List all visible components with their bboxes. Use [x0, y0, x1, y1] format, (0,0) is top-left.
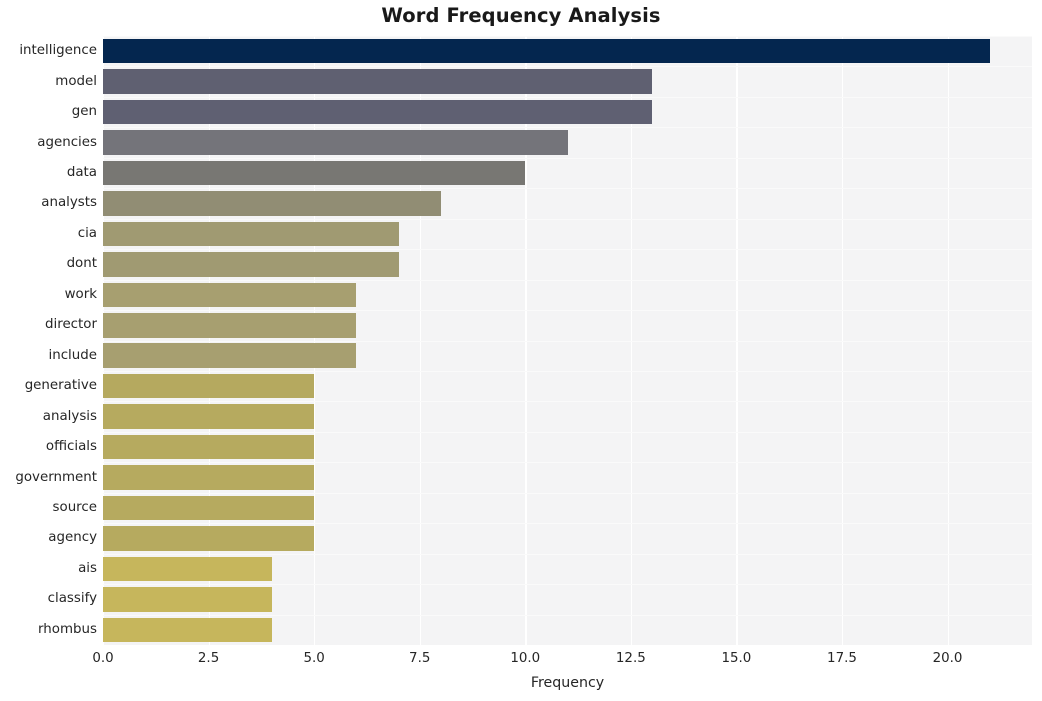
x-tick-label: 10.0: [510, 651, 541, 666]
bar-intelligence[interactable]: [103, 38, 990, 64]
bar-row[interactable]: [103, 252, 1032, 277]
y-tick-label-include: include: [48, 347, 97, 363]
bar-director[interactable]: [103, 313, 357, 338]
chart-figure: Word Frequency Analysis intelligence mode…: [0, 0, 1042, 701]
bar-classify[interactable]: [103, 587, 272, 612]
y-tick-label-agency: agency: [48, 530, 97, 546]
y-tick-label-rhombus: rhombus: [38, 621, 97, 637]
bar-analysis[interactable]: [103, 404, 315, 429]
x-tick-label: 12.5: [615, 651, 646, 666]
x-axis-tick-labels: 0.0 2.5 5.0 7.5 10.0 12.5 15.0 17.5 20.0: [0, 651, 1042, 673]
y-tick-label-agencies: agencies: [37, 134, 97, 150]
bar-row[interactable]: [103, 130, 1032, 155]
y-tick-label-model: model: [55, 73, 97, 89]
y-tick-label-generative: generative: [24, 378, 97, 394]
x-tick-label: 2.5: [197, 651, 220, 666]
bar-rhombus[interactable]: [103, 617, 272, 643]
bar-row[interactable]: [103, 465, 1032, 490]
bar-agency[interactable]: [103, 526, 315, 551]
bar-include[interactable]: [103, 343, 357, 368]
bar-row[interactable]: [103, 373, 1032, 399]
bar-agencies[interactable]: [103, 130, 568, 155]
bar-model[interactable]: [103, 69, 652, 94]
bar-row[interactable]: [103, 160, 1032, 186]
y-tick-label-source: source: [52, 499, 97, 515]
plot-area: [103, 36, 1032, 645]
bar-row[interactable]: [103, 617, 1032, 643]
x-tick-label: 20.0: [932, 651, 963, 666]
x-tick-label: 17.5: [827, 651, 857, 666]
x-tick-label: 5.0: [303, 651, 325, 666]
x-tick-label: 15.0: [721, 651, 752, 666]
y-tick-label-gen: gen: [71, 104, 97, 120]
bar-series: [103, 36, 1032, 645]
bar-row[interactable]: [103, 221, 1032, 247]
bar-government[interactable]: [103, 465, 315, 490]
y-tick-label-dont: dont: [66, 256, 97, 272]
bar-work[interactable]: [103, 282, 357, 308]
y-tick-label-classify: classify: [47, 591, 97, 607]
bar-dont[interactable]: [103, 252, 399, 277]
y-tick-label-analysts: analysts: [41, 195, 97, 211]
bar-source[interactable]: [103, 495, 315, 521]
x-tick-label: 0.0: [92, 651, 114, 666]
bar-row[interactable]: [103, 343, 1032, 368]
y-tick-label-director: director: [45, 317, 97, 333]
bar-officials[interactable]: [103, 434, 315, 460]
bar-ais[interactable]: [103, 556, 272, 582]
bar-row[interactable]: [103, 587, 1032, 612]
x-tick-label: 7.5: [409, 651, 431, 666]
bar-row[interactable]: [103, 495, 1032, 521]
y-tick-label-cia: cia: [77, 225, 97, 241]
y-tick-label-government: government: [15, 469, 97, 485]
y-axis-tick-labels: intelligence model gen agencies data analysts…: [0, 36, 97, 645]
bar-gen[interactable]: [103, 99, 652, 125]
y-tick-label-ais: ais: [78, 560, 97, 576]
y-tick-label-analysis: analysis: [42, 408, 97, 424]
bar-analysts[interactable]: [103, 191, 441, 216]
y-tick-label-data: data: [66, 165, 97, 181]
bar-row[interactable]: [103, 69, 1032, 94]
bar-row[interactable]: [103, 99, 1032, 125]
y-tick-label-intelligence: intelligence: [19, 43, 97, 59]
bar-row[interactable]: [103, 434, 1032, 460]
bar-cia[interactable]: [103, 221, 399, 247]
bar-row[interactable]: [103, 404, 1032, 429]
y-tick-label-officials: officials: [45, 439, 97, 455]
bar-row[interactable]: [103, 313, 1032, 338]
bar-row[interactable]: [103, 556, 1032, 582]
bar-row[interactable]: [103, 526, 1032, 551]
bar-row[interactable]: [103, 191, 1032, 216]
page-title: Word Frequency Analysis: [381, 4, 661, 27]
x-axis-label: Frequency: [530, 675, 605, 691]
bar-row[interactable]: [103, 38, 1032, 64]
bar-generative[interactable]: [103, 373, 315, 399]
bar-row[interactable]: [103, 282, 1032, 308]
y-tick-label-work: work: [64, 286, 97, 302]
bar-data[interactable]: [103, 160, 526, 186]
